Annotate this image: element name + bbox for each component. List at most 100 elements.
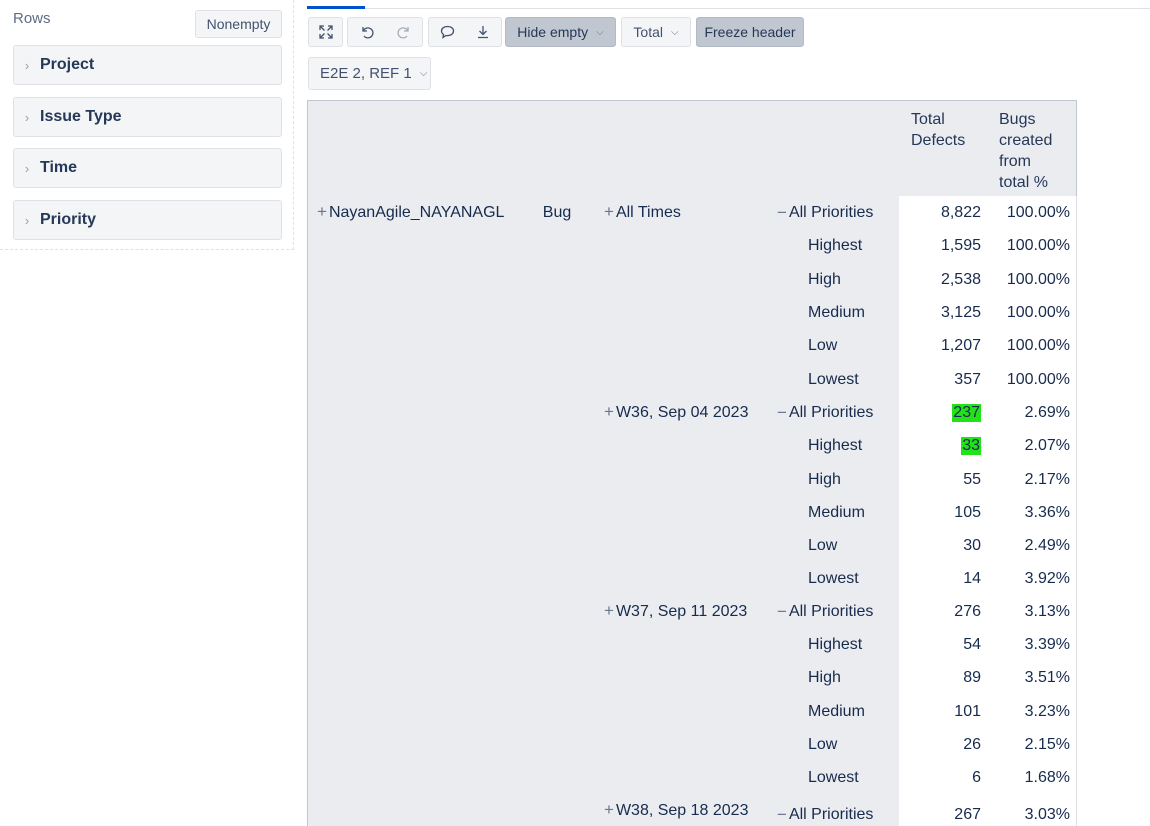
total-defects-cell[interactable]: 105 <box>899 496 988 530</box>
hide-empty-dropdown[interactable]: Hide empty ⌵ <box>505 17 616 47</box>
minus-icon[interactable]: − <box>777 603 787 620</box>
plus-icon[interactable]: + <box>317 203 327 220</box>
plus-icon[interactable]: + <box>604 203 614 220</box>
priority-row-header[interactable]: − All Priorities <box>768 396 900 430</box>
bugs-created-pct-cell[interactable]: 3.51% <box>987 661 1077 696</box>
priority-row-header[interactable]: Low <box>768 529 900 564</box>
total-dropdown[interactable]: Total ⌵ <box>621 17 691 47</box>
bugs-created-pct-cell[interactable]: 100.00% <box>987 229 1077 264</box>
total-defects-cell[interactable]: 2,538 <box>899 263 988 297</box>
total-defects-cell[interactable]: 26 <box>899 728 988 762</box>
undo-button[interactable] <box>359 24 375 40</box>
priority-row-header[interactable]: Medium <box>768 496 900 530</box>
total-defects-cell[interactable]: 1,207 <box>899 329 988 364</box>
priority-row-header[interactable]: Highest <box>768 229 900 264</box>
dimension-issue-type[interactable]: › Issue Type <box>13 97 282 137</box>
priority-row-header[interactable]: High <box>768 661 900 696</box>
dimension-priority[interactable]: › Priority <box>13 200 282 240</box>
priority-label: Lowest <box>808 570 859 587</box>
priority-row-header[interactable]: Lowest <box>768 761 900 795</box>
priority-row-header[interactable]: High <box>768 463 900 497</box>
dimension-project[interactable]: › Project <box>13 45 282 85</box>
total-defects-cell[interactable]: 14 <box>899 563 988 596</box>
full-screen-button[interactable] <box>308 17 343 47</box>
total-defects-cell[interactable]: 267 <box>899 794 988 826</box>
bugs-created-pct-cell[interactable]: 2.07% <box>987 429 1077 464</box>
bugs-created-pct-cell[interactable]: 100.00% <box>987 329 1077 364</box>
bugs-created-pct-cell[interactable]: 1.68% <box>987 761 1077 795</box>
priority-row-header[interactable]: Low <box>768 728 900 762</box>
measure-header-bugs-created-pct[interactable]: Bugs created from total % <box>987 100 1077 197</box>
priority-row-header[interactable]: − All Priorities <box>768 794 900 826</box>
cell-value: 100.00% <box>1006 203 1070 221</box>
bugs-created-pct-cell[interactable]: 2.15% <box>987 728 1077 762</box>
total-defects-cell[interactable]: 101 <box>899 695 988 729</box>
measure-header-total-defects[interactable]: Total Defects <box>899 100 988 197</box>
bugs-created-pct-cell[interactable]: 3.13% <box>987 595 1077 629</box>
total-defects-cell[interactable]: 357 <box>899 363 988 397</box>
cube-selector-dropdown[interactable]: E2E 2, REF 1 ⌵ <box>308 57 431 90</box>
bugs-created-pct-cell[interactable]: 3.39% <box>987 628 1077 662</box>
project-row-header[interactable]: + NayanAgile_NAYANAGL <box>307 196 520 826</box>
bugs-created-pct-cell[interactable]: 100.00% <box>987 196 1077 230</box>
time-row-header[interactable]: + W36, Sep 04 2023 <box>595 396 769 596</box>
time-row-header[interactable]: + All Times <box>595 196 769 397</box>
cell-value: 3.36% <box>1024 503 1070 521</box>
export-button[interactable] <box>475 24 491 40</box>
priority-row-header[interactable]: Medium <box>768 296 900 330</box>
dimension-label: Time <box>40 159 78 176</box>
priority-row-header[interactable]: Low <box>768 329 900 364</box>
total-defects-cell[interactable]: 33 <box>899 429 988 464</box>
priority-row-header[interactable]: − All Priorities <box>768 196 900 230</box>
priority-label: All Priorities <box>788 602 874 620</box>
total-defects-cell[interactable]: 89 <box>899 661 988 696</box>
cell-value: 1,595 <box>940 237 981 254</box>
freeze-header-button[interactable]: Freeze header <box>696 17 804 47</box>
time-row-header[interactable]: + W37, Sep 11 2023 <box>595 595 769 795</box>
bugs-created-pct-cell[interactable]: 100.00% <box>987 363 1077 397</box>
minus-icon[interactable]: − <box>777 806 787 823</box>
total-defects-cell[interactable]: 30 <box>899 529 988 564</box>
priority-row-header[interactable]: Lowest <box>768 363 900 397</box>
priority-label: All Priorities <box>788 806 874 823</box>
priority-row-header[interactable]: High <box>768 263 900 297</box>
bugs-created-pct-cell[interactable]: 3.03% <box>987 794 1077 826</box>
total-defects-cell[interactable]: 1,595 <box>899 229 988 264</box>
plus-icon[interactable]: + <box>604 801 614 818</box>
total-defects-cell[interactable]: 8,822 <box>899 196 988 230</box>
bugs-created-pct-cell[interactable]: 3.92% <box>987 563 1077 596</box>
nonempty-button[interactable]: Nonempty <box>195 10 282 38</box>
freeze-header-label: Freeze header <box>704 24 796 40</box>
total-defects-cell[interactable]: 237 <box>899 396 988 430</box>
chevron-right-icon: › <box>24 109 30 125</box>
minus-icon[interactable]: − <box>777 404 787 421</box>
cell-value: 26 <box>963 735 981 753</box>
priority-row-header[interactable]: Medium <box>768 695 900 729</box>
priority-row-header[interactable]: Lowest <box>768 563 900 596</box>
bugs-created-pct-cell[interactable]: 3.36% <box>987 496 1077 530</box>
comment-button[interactable] <box>439 24 456 40</box>
redo-button[interactable] <box>396 24 412 40</box>
bugs-created-pct-cell[interactable]: 100.00% <box>987 263 1077 297</box>
bugs-created-pct-cell[interactable]: 2.69% <box>987 396 1077 430</box>
total-defects-cell[interactable]: 54 <box>899 628 988 662</box>
priority-label: High <box>808 470 841 488</box>
total-defects-cell[interactable]: 3,125 <box>899 296 988 330</box>
issue-type-row-header[interactable]: Bug <box>519 196 596 826</box>
minus-icon[interactable]: − <box>777 204 787 221</box>
plus-icon[interactable]: + <box>604 403 614 420</box>
plus-icon[interactable]: + <box>604 602 614 619</box>
total-defects-cell[interactable]: 276 <box>899 595 988 629</box>
bugs-created-pct-cell[interactable]: 2.17% <box>987 463 1077 497</box>
bugs-created-pct-cell[interactable]: 2.49% <box>987 529 1077 564</box>
priority-row-header[interactable]: − All Priorities <box>768 595 900 629</box>
active-tab-indicator[interactable] <box>307 6 365 9</box>
time-row-header[interactable]: + W38, Sep 18 2023 <box>595 794 769 826</box>
dimension-time[interactable]: › Time <box>13 148 282 188</box>
priority-row-header[interactable]: Highest <box>768 628 900 662</box>
priority-row-header[interactable]: Highest <box>768 429 900 464</box>
bugs-created-pct-cell[interactable]: 3.23% <box>987 695 1077 729</box>
total-defects-cell[interactable]: 55 <box>899 463 988 497</box>
bugs-created-pct-cell[interactable]: 100.00% <box>987 296 1077 330</box>
total-defects-cell[interactable]: 6 <box>899 761 988 795</box>
